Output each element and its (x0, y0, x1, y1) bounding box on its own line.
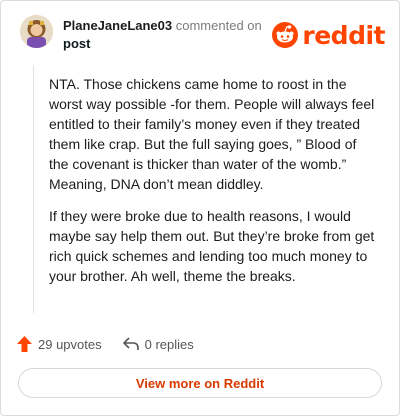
comment-embed-card: PlaneJaneLane03 commented on post reddit… (0, 0, 400, 416)
post-link[interactable]: post (63, 36, 263, 52)
comment-meta: PlaneJaneLane03 commented on post (63, 18, 263, 52)
reddit-logo-icon (272, 22, 299, 48)
upvote-arrow-icon (17, 336, 32, 352)
avatar-image (20, 15, 53, 48)
upvotes-button[interactable]: 29 upvotes (17, 336, 102, 352)
replies-count: 0 replies (144, 336, 194, 352)
reddit-wordmark: reddit (302, 20, 385, 50)
reddit-logo[interactable]: reddit (272, 20, 385, 50)
commented-on-text: commented on (175, 18, 262, 33)
avatar[interactable] (20, 15, 53, 48)
comment-body: NTA. Those chickens came home to roost i… (49, 74, 379, 298)
comment-header: PlaneJaneLane03 commented on post reddit (20, 15, 385, 55)
view-more-button[interactable]: View more on Reddit (18, 368, 382, 398)
comment-paragraph: NTA. Those chickens came home to roost i… (49, 76, 375, 192)
reply-arrow-icon (122, 337, 139, 350)
replies-button[interactable]: 0 replies (122, 336, 194, 352)
thread-line (33, 65, 34, 313)
author-name[interactable]: PlaneJaneLane03 (63, 18, 172, 33)
comment-paragraph: If they were broke due to health reasons… (49, 208, 375, 284)
upvotes-count: 29 upvotes (38, 336, 102, 352)
comment-actions: 29 upvotes 0 replies (17, 333, 215, 355)
